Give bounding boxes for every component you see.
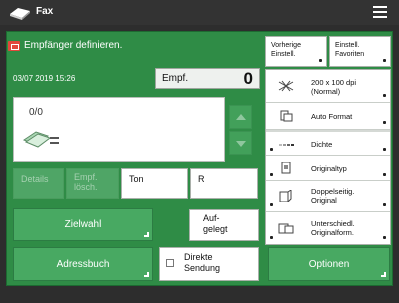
previous-settings-button[interactable]: Vorherige Einstell. bbox=[265, 36, 327, 67]
details-button[interactable]: Details bbox=[13, 168, 64, 199]
message-text: Empfänger definieren. bbox=[24, 40, 123, 51]
r-key-button[interactable]: R bbox=[190, 168, 258, 199]
setting-different-sizes[interactable]: Unterschiedl. Originalform. bbox=[266, 212, 390, 244]
previous-settings-label-1: Vorherige bbox=[271, 42, 301, 49]
speed-dial-button[interactable]: Zielwahl bbox=[13, 208, 153, 241]
setting-resolution[interactable]: 200 x 100 dpi (Normal) bbox=[266, 70, 390, 103]
direct-send-label: Direkte Sendung bbox=[184, 252, 221, 273]
setting-auto-format-label: Auto Format bbox=[311, 112, 353, 121]
submenu-indicator-icon bbox=[319, 59, 322, 62]
document-feed-icon bbox=[22, 131, 59, 148]
direct-send-toggle[interactable]: Direkte Sendung bbox=[159, 247, 259, 281]
submenu-indicator-icon bbox=[144, 272, 149, 277]
recipient-warning-icon bbox=[8, 41, 20, 51]
original-type-icon bbox=[281, 162, 291, 174]
tone-label: Ton bbox=[129, 174, 144, 184]
favorite-settings-button[interactable]: Einstell. Favoriten bbox=[329, 36, 391, 67]
setting-resolution-label: 200 x 100 dpi (Normal) bbox=[311, 78, 357, 96]
resolution-icon bbox=[278, 80, 294, 92]
submenu-indicator-icon bbox=[381, 272, 386, 277]
submenu-indicator-icon bbox=[144, 232, 149, 237]
datetime: 03/07 2019 15:26 bbox=[13, 74, 76, 83]
scroll-up-button[interactable] bbox=[229, 105, 252, 129]
app-title: Fax bbox=[36, 6, 54, 17]
auto-format-icon bbox=[280, 110, 293, 122]
favorite-settings-label-1: Einstell. bbox=[335, 42, 360, 49]
different-sizes-icon bbox=[278, 223, 294, 234]
setting-duplex-original[interactable]: Doppelseitig. Original bbox=[266, 181, 390, 212]
details-label: Details bbox=[21, 174, 49, 184]
setting-duplex-original-label: Doppelseitig. Original bbox=[311, 187, 355, 205]
on-hook-label-1: Auf- bbox=[203, 213, 220, 223]
submenu-indicator-icon bbox=[383, 203, 386, 206]
setting-auto-format[interactable]: Auto Format bbox=[266, 103, 390, 130]
message-row: Empfänger definieren. bbox=[8, 37, 258, 55]
recipient-list[interactable]: 0/0 bbox=[13, 97, 225, 162]
setting-density[interactable]: Dichte bbox=[266, 130, 390, 156]
submenu-indicator-icon bbox=[270, 236, 273, 239]
submenu-indicator-icon bbox=[383, 94, 386, 97]
submenu-indicator-icon bbox=[383, 59, 386, 62]
hamburger-menu-icon[interactable] bbox=[373, 6, 387, 18]
address-book-label: Adressbuch bbox=[56, 259, 110, 270]
submenu-indicator-icon bbox=[383, 236, 386, 239]
fax-icon bbox=[10, 8, 30, 20]
tone-button[interactable]: Ton bbox=[121, 168, 188, 199]
delete-recipient-button[interactable]: Empf. lösch. bbox=[66, 168, 119, 199]
submenu-indicator-icon bbox=[270, 173, 273, 176]
recipient-list-counter: 0/0 bbox=[29, 107, 43, 118]
setting-original-type-label: Originaltyp bbox=[311, 164, 347, 173]
delete-recipient-label-2: lösch. bbox=[74, 182, 98, 192]
duplex-original-icon bbox=[279, 190, 292, 202]
submenu-indicator-icon bbox=[383, 173, 386, 176]
on-hook-button[interactable]: Auf- gelegt bbox=[189, 209, 259, 241]
favorite-settings-label-2: Favoriten bbox=[335, 51, 365, 58]
speed-dial-label: Zielwahl bbox=[64, 219, 102, 230]
submenu-indicator-icon bbox=[383, 148, 386, 151]
delete-recipient-label-1: Empf. bbox=[74, 172, 98, 182]
address-book-button[interactable]: Adressbuch bbox=[13, 247, 153, 281]
on-hook-label-2: gelegt bbox=[203, 224, 228, 234]
r-key-label: R bbox=[198, 174, 205, 184]
options-button[interactable]: Optionen bbox=[268, 247, 390, 281]
submenu-indicator-icon bbox=[270, 148, 273, 151]
setting-density-label: Dichte bbox=[311, 140, 333, 149]
density-icon bbox=[279, 144, 294, 146]
submenu-indicator-icon bbox=[383, 121, 386, 124]
submenu-indicator-icon bbox=[270, 203, 273, 206]
options-label: Optionen bbox=[308, 259, 350, 270]
direct-send-checkbox[interactable] bbox=[166, 259, 174, 267]
recipient-count-box: Empf. 0 bbox=[155, 68, 260, 89]
recipient-count-label: Empf. bbox=[162, 73, 189, 84]
settings-panel: 200 x 100 dpi (Normal) Auto Format Dichte… bbox=[265, 69, 391, 245]
previous-settings-label-2: Einstell. bbox=[271, 51, 296, 58]
setting-original-type[interactable]: Originaltyp bbox=[266, 156, 390, 181]
scroll-down-button[interactable] bbox=[229, 131, 252, 155]
recipient-count-value: 0 bbox=[243, 69, 253, 88]
setting-different-sizes-label: Unterschiedl. Originalform. bbox=[311, 219, 355, 237]
top-bar: Fax bbox=[0, 0, 399, 25]
